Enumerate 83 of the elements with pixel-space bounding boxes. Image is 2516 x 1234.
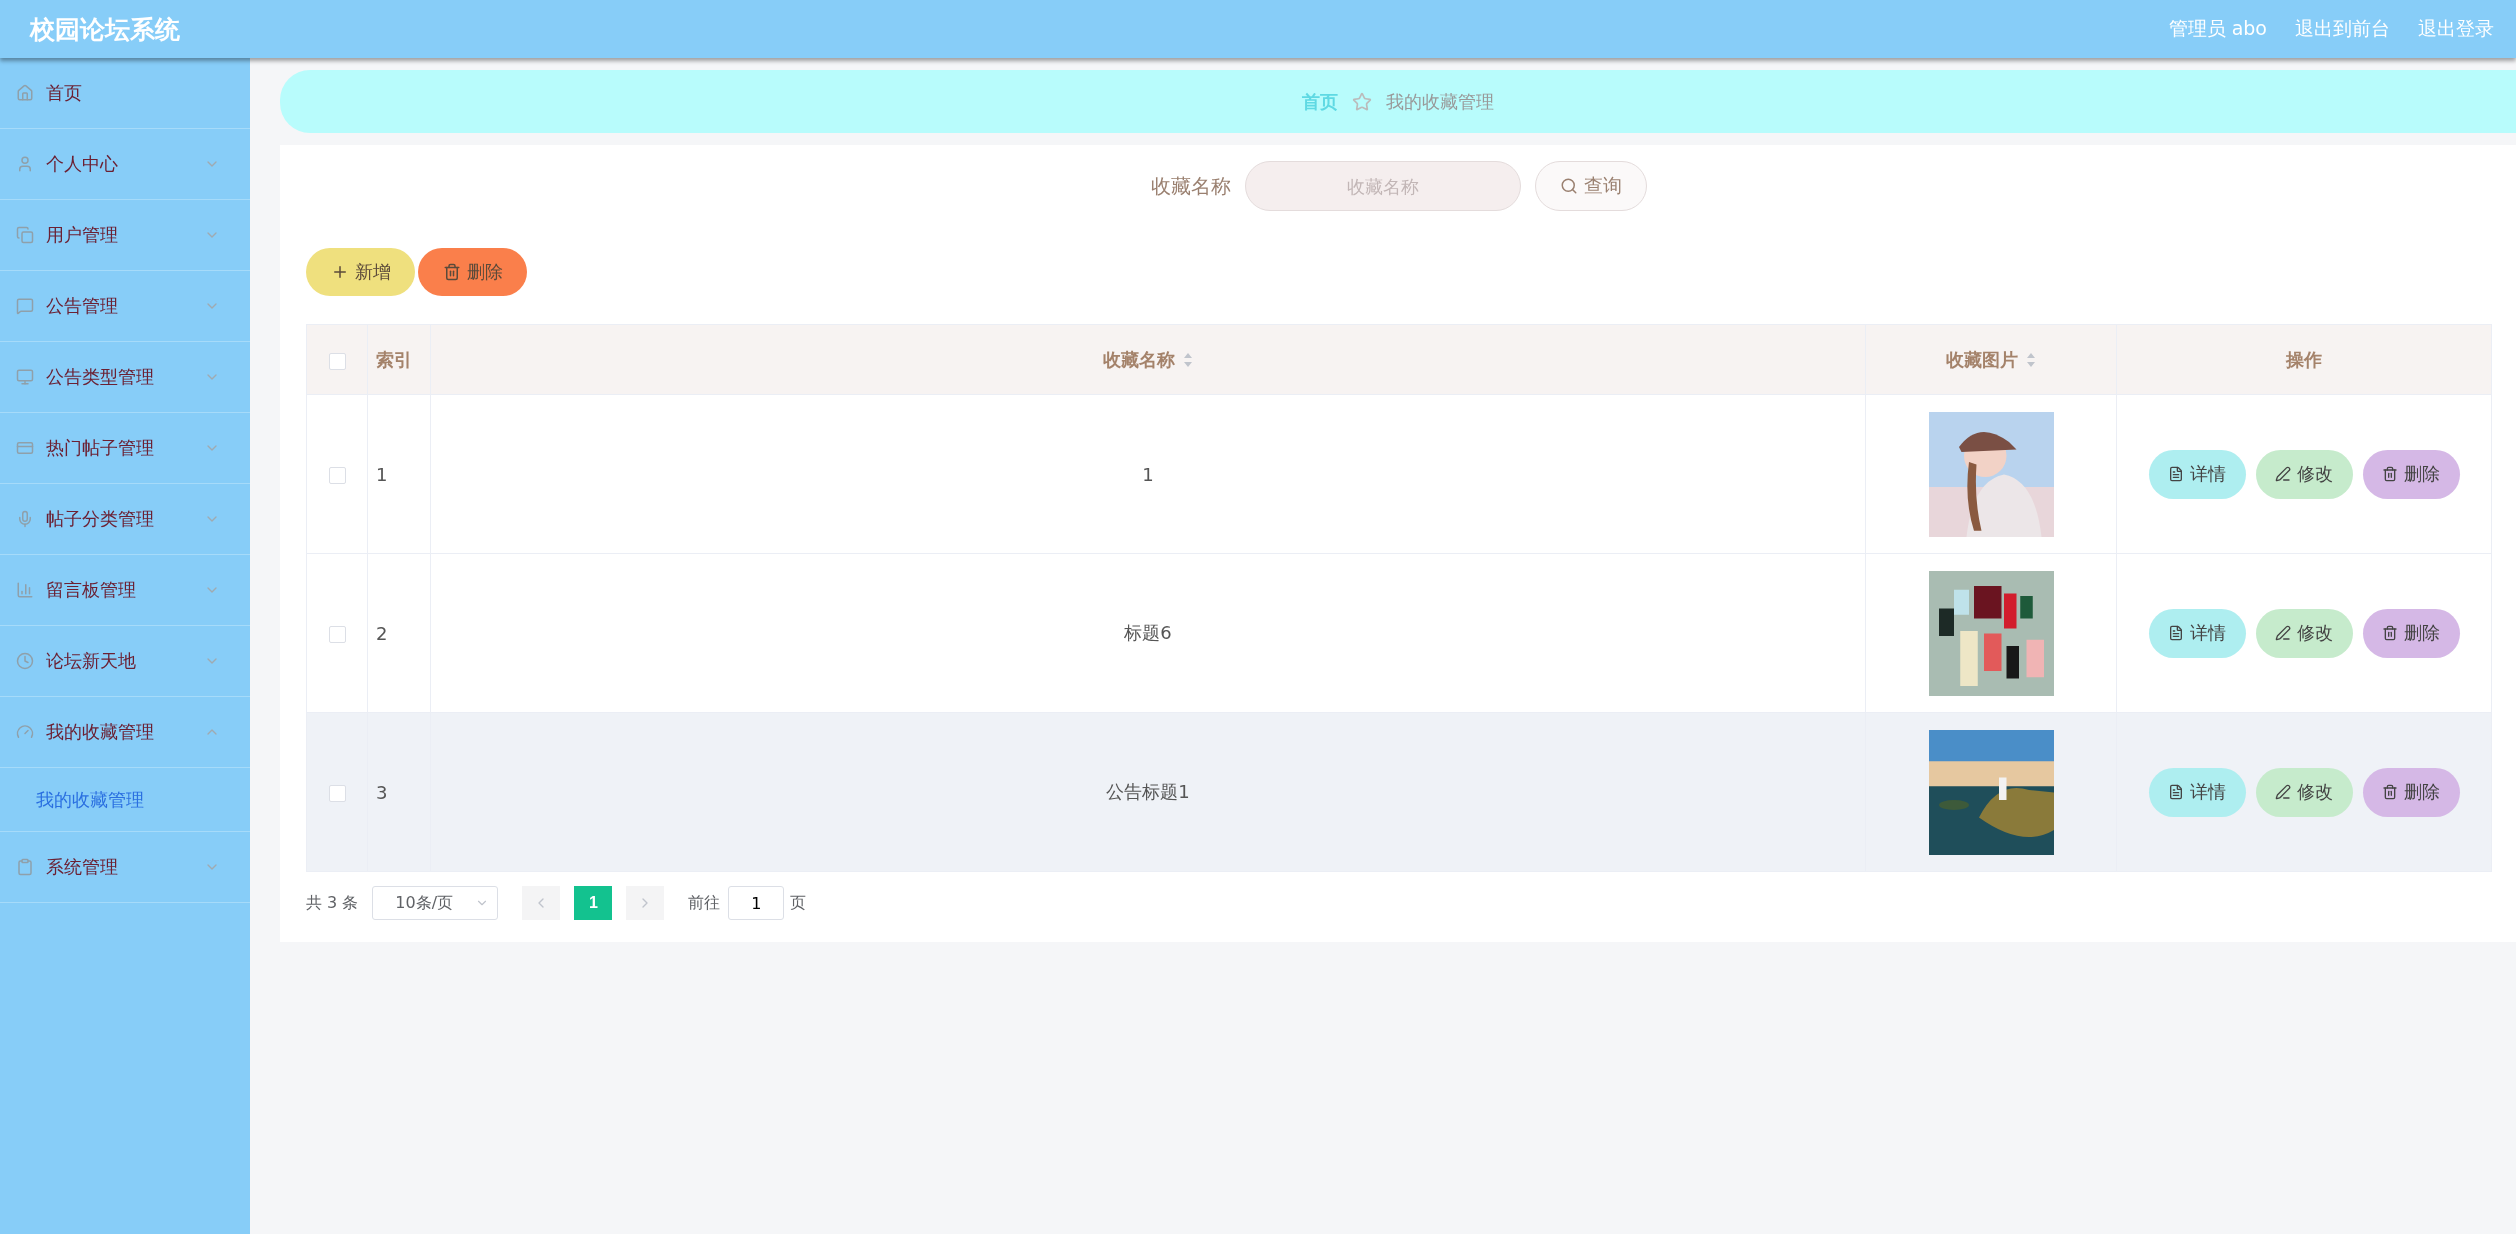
- name-cell: 公告标题1: [1106, 781, 1190, 802]
- details-button[interactable]: 详情: [2148, 608, 2246, 658]
- delete-button[interactable]: 删除: [418, 248, 527, 296]
- menu-label: 论坛新天地: [46, 649, 137, 673]
- menu-label: 公告管理: [46, 294, 119, 318]
- goto-label: 前往: [688, 892, 721, 914]
- sidebar-item[interactable]: 首页: [0, 58, 250, 129]
- breadcrumb-current: 我的收藏管理: [1386, 89, 1494, 114]
- sort-icon[interactable]: [2025, 351, 2036, 368]
- menu-label: 用户管理: [46, 223, 119, 247]
- monitor-icon: [16, 368, 34, 386]
- sidebar-item[interactable]: 公告管理: [0, 271, 250, 342]
- prev-page-button[interactable]: [522, 886, 561, 920]
- person-icon: [16, 155, 34, 173]
- user-label: 管理员 abo: [2168, 16, 2267, 41]
- copy-icon: [16, 226, 34, 244]
- edit-button[interactable]: 修改: [2255, 767, 2353, 817]
- name-cell: 1: [1142, 463, 1154, 485]
- pencil-icon: [2275, 625, 2291, 641]
- sort-icon[interactable]: [1182, 351, 1193, 368]
- star-icon: [1352, 91, 1372, 112]
- gauge-icon: [16, 723, 34, 741]
- menu-label: 首页: [46, 81, 83, 105]
- sidebar-item[interactable]: 用户管理: [0, 200, 250, 271]
- delete-button[interactable]: 删除: [2362, 449, 2460, 499]
- clock-icon: [16, 652, 34, 670]
- document-icon: [2168, 784, 2184, 800]
- sidebar-item[interactable]: 帖子分类管理: [0, 484, 250, 555]
- search-field[interactable]: 收藏名称: [1245, 161, 1521, 211]
- delete-button[interactable]: 删除: [2362, 767, 2460, 817]
- index-cell: 1: [376, 463, 388, 485]
- sidebar-item[interactable]: 留言板管理: [0, 555, 250, 626]
- next-page-button[interactable]: [626, 886, 665, 920]
- trash-icon: [442, 263, 461, 281]
- select-all-checkbox[interactable]: [328, 352, 346, 370]
- search-label: 收藏名称: [1151, 172, 1231, 200]
- page-size-select[interactable]: 10条/页: [372, 886, 499, 920]
- menu-label: 我的收藏管理: [46, 720, 155, 744]
- sidebar-item[interactable]: 公告类型管理: [0, 342, 250, 413]
- card-icon: [16, 439, 34, 457]
- search-icon: [1560, 177, 1578, 195]
- menu-label: 公告类型管理: [46, 365, 155, 389]
- trash-icon: [2382, 784, 2398, 800]
- column-header: 操作: [2116, 324, 2492, 395]
- page-suffix: 页: [790, 892, 807, 914]
- menu-label: 帖子分类管理: [46, 507, 155, 531]
- sidebar-item[interactable]: 个人中心: [0, 129, 250, 200]
- page-number-field[interactable]: 1: [728, 886, 785, 920]
- trash-icon: [2382, 466, 2398, 482]
- index-cell: 3: [376, 781, 388, 803]
- pencil-icon: [2275, 784, 2291, 800]
- row-checkbox[interactable]: [328, 626, 346, 643]
- total-count: 共 3 条: [306, 892, 359, 914]
- clipboard-icon: [16, 858, 34, 876]
- trash-icon: [2382, 625, 2398, 641]
- details-button[interactable]: 详情: [2148, 449, 2246, 499]
- bar-chart-icon: [16, 581, 34, 599]
- edit-button[interactable]: 修改: [2255, 449, 2353, 499]
- sidebar-item[interactable]: 我的收藏管理: [0, 697, 250, 768]
- pencil-icon: [2275, 466, 2291, 482]
- name-cell: 标题6: [1124, 622, 1172, 643]
- index-cell: 2: [376, 622, 388, 644]
- details-button[interactable]: 详情: [2148, 767, 2246, 817]
- delete-button[interactable]: 删除: [2362, 608, 2460, 658]
- column-header: 索引: [367, 324, 431, 395]
- sidebar-item[interactable]: 系统管理: [0, 832, 250, 903]
- add-button[interactable]: 新增: [306, 248, 415, 296]
- document-icon: [2168, 625, 2184, 641]
- menu-label: 留言板管理: [46, 578, 137, 602]
- edit-button[interactable]: 修改: [2255, 608, 2353, 658]
- row-checkbox[interactable]: [328, 467, 346, 484]
- menu-label: 热门帖子管理: [46, 436, 155, 460]
- sidebar-item[interactable]: 论坛新天地: [0, 626, 250, 697]
- menu-label: 系统管理: [46, 855, 119, 879]
- home-icon: [16, 84, 34, 102]
- app-title: 校园论坛系统: [30, 13, 180, 46]
- chat-icon: [16, 297, 34, 315]
- menu-label: 个人中心: [46, 152, 119, 176]
- query-button[interactable]: 查询: [1535, 161, 1647, 211]
- document-icon: [2168, 466, 2184, 482]
- microphone-icon: [16, 510, 34, 528]
- row-checkbox[interactable]: [328, 785, 346, 802]
- sidebar-item[interactable]: 热门帖子管理: [0, 413, 250, 484]
